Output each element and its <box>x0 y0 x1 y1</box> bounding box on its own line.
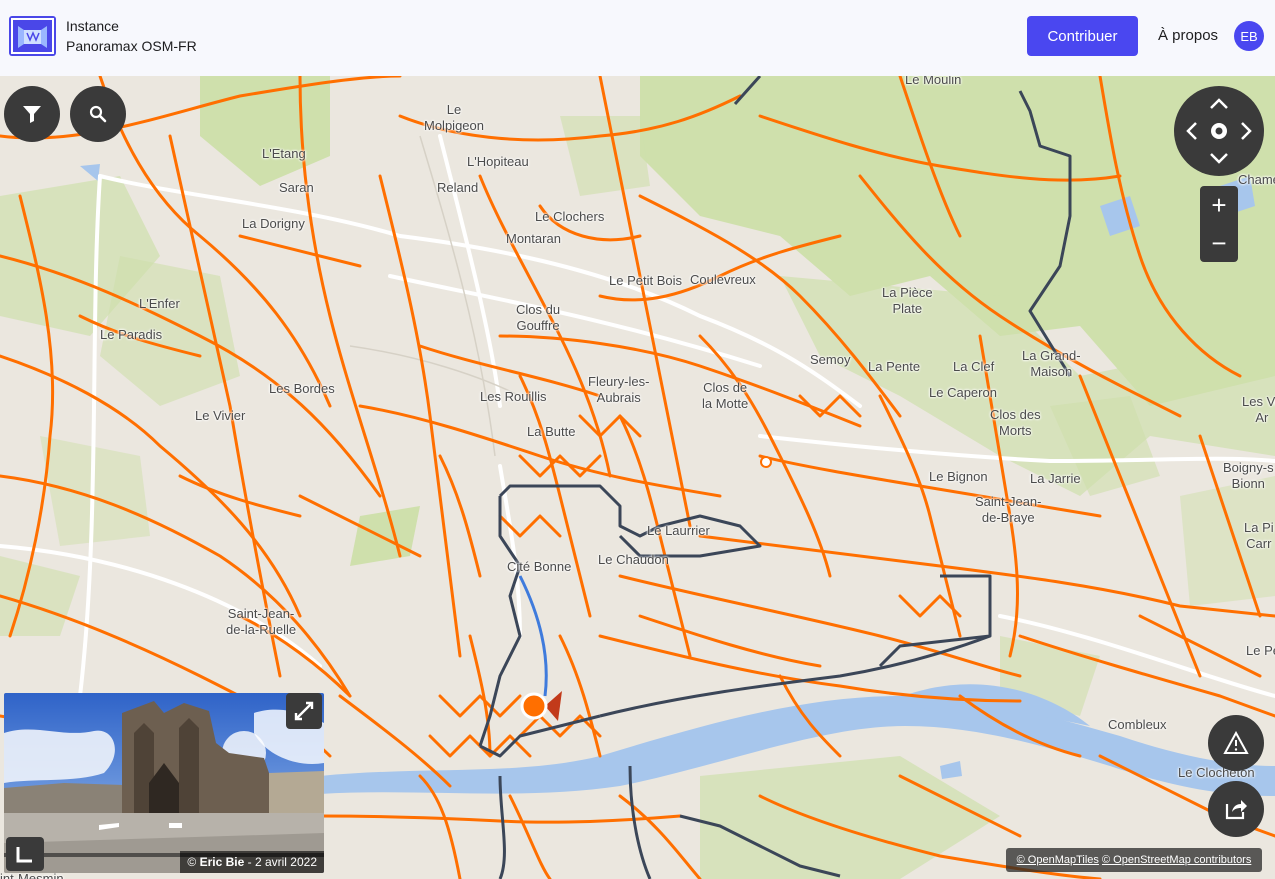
map-label-le-petit-bois: Le Petit Bois <box>609 273 682 288</box>
map-label-le-chaudon: Le Chaudon <box>598 552 669 567</box>
map-label-clos-des-morts: Clos des Morts <box>990 407 1041 438</box>
map-label-la-dorigny: La Dorigny <box>242 216 305 231</box>
about-link[interactable]: À propos <box>1158 27 1218 44</box>
share-button[interactable] <box>1208 781 1264 837</box>
panoramax-logo[interactable] <box>9 16 56 56</box>
search-button[interactable] <box>70 86 126 142</box>
map-label-saran: Saran <box>279 180 314 195</box>
map-label-les-rouillis: Les Rouillis <box>480 389 547 404</box>
map-label-le-laurrier: Le Laurrier <box>647 523 710 538</box>
map-label-cite-bonne: Cité Bonne <box>507 559 572 574</box>
filter-button[interactable] <box>4 86 60 142</box>
map-label-la-pi-carr: La Pi Carr <box>1244 520 1274 551</box>
map-label-reland: Reland <box>437 180 479 195</box>
map-label-le-molpigeon: Le Molpigeon <box>424 102 484 133</box>
contribute-button[interactable]: Contribuer <box>1027 16 1138 56</box>
openmaptiles-link[interactable]: © OpenMapTiles <box>1017 854 1099 866</box>
map-label-semoy: Semoy <box>810 352 851 367</box>
map-label-combleux: Combleux <box>1108 717 1167 732</box>
map-label-saint-jean-de-braye: Saint-Jean- de-Braye <box>975 494 1042 525</box>
map-label-fleury: Fleury-les- Aubrais <box>588 374 650 405</box>
expand-icon <box>294 701 314 721</box>
minimize-photo-button[interactable] <box>6 837 44 871</box>
instance-info: Instance Panoramax OSM-FR <box>66 16 197 56</box>
compass-arrows-icon <box>1186 98 1252 164</box>
map-label-l-enfer: L'Enfer <box>139 296 180 311</box>
map-label-le-bignon: Le Bignon <box>929 469 988 484</box>
photo-credit: © Eric Bie - 2 avril 2022 <box>180 851 324 873</box>
user-avatar[interactable]: EB <box>1234 21 1264 51</box>
map-label-saint-jean-de-la-ruelle: Saint-Jean- de-la-Ruelle <box>226 606 297 637</box>
report-button[interactable] <box>1208 715 1264 771</box>
map-label-la-piece-plate: La Pièce Plate <box>882 285 933 316</box>
zoom-control: + − <box>1200 186 1238 262</box>
map-attribution: © OpenMapTiles © OpenStreetMap contribut… <box>1006 848 1262 872</box>
map-label-la-clef: La Clef <box>953 359 995 374</box>
zoom-in-button[interactable]: + <box>1200 186 1238 224</box>
top-bar: Instance Panoramax OSM-FR Contribuer À p… <box>0 0 1275 76</box>
search-icon <box>89 105 107 123</box>
map-label-les-ve: Les Ve Ar <box>1242 394 1275 425</box>
map-label-le-caperon: Le Caperon <box>929 385 997 400</box>
map-label-le-vivier: Le Vivier <box>195 408 246 423</box>
map-label-montaran: Montaran <box>506 231 561 246</box>
position-marker <box>520 691 562 721</box>
panorama-photo <box>4 693 324 873</box>
instance-label: Instance <box>66 18 119 34</box>
map-label-l-etang: L'Etang <box>262 146 306 161</box>
photo-viewer-thumbnail[interactable]: © Eric Bie - 2 avril 2022 <box>4 693 324 873</box>
map-label-clos-de-la-motte: Clos de la Motte <box>702 380 749 411</box>
openstreetmap-link[interactable]: © OpenStreetMap contributors <box>1102 854 1251 866</box>
corner-icon <box>16 847 32 863</box>
map-view[interactable]: Le Moulin Le Molpigeon L'Etang L'Hopitea… <box>0 76 1275 879</box>
share-icon <box>1225 800 1247 820</box>
photo-author[interactable]: Eric Bie <box>200 855 245 869</box>
navigation-pad[interactable] <box>1174 86 1264 176</box>
credit-prefix: © <box>187 855 200 869</box>
current-sequence <box>518 575 548 697</box>
map-label-le-pe: Le Pe <box>1246 643 1275 658</box>
expand-photo-button[interactable] <box>286 693 322 729</box>
filter-icon <box>23 106 41 123</box>
map-label-le-clochers: Le Clochers <box>535 209 605 224</box>
map-label-l-hopiteau: L'Hopiteau <box>467 154 529 169</box>
map-label-les-bordes: Les Bordes <box>269 381 335 396</box>
warning-icon <box>1223 731 1249 754</box>
map-label-le-moulin: Le Moulin <box>905 76 962 87</box>
zoom-out-button[interactable]: − <box>1200 224 1238 262</box>
map-label-la-pente: La Pente <box>868 359 921 374</box>
instance-name: Panoramax OSM-FR <box>66 38 197 54</box>
panorama-icon <box>11 18 54 54</box>
map-label-la-butte: La Butte <box>527 424 576 439</box>
map-label-la-jarrie: La Jarrie <box>1030 471 1081 486</box>
map-label-boigny: Boigny-s Bionn <box>1223 460 1274 491</box>
map-label-coulevreux: Coulevreux <box>690 272 756 287</box>
map-label-le-paradis: Le Paradis <box>100 327 163 342</box>
photo-date: - 2 avril 2022 <box>244 855 317 869</box>
map-label-la-grand-maison: La Grand- Maison <box>1022 348 1081 379</box>
map-label-clos-du-gouffre: Clos du Gouffre <box>516 302 561 333</box>
